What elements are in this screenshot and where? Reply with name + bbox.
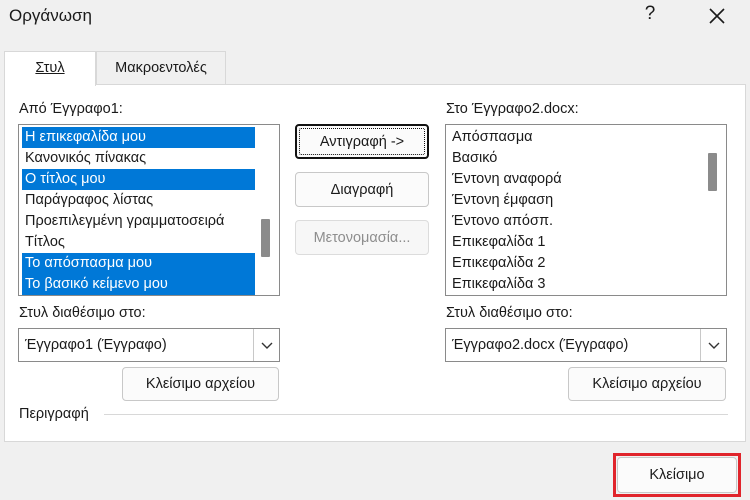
left-style-list[interactable]: Η επικεφαλίδα μου Κανονικός πίνακας Ο τί… [18,124,280,296]
tab-styles[interactable]: Στυλ [4,51,96,86]
left-list-label: Από Έγγραφο1: [19,101,123,117]
left-available-label: Στυλ διαθέσιμο στο: [19,305,146,321]
right-available-select[interactable]: Έγγραφο2.docx (Έγγραφο) [445,328,727,362]
tab-styles-label: Στυλ [35,60,65,76]
chevron-down-icon[interactable] [253,329,279,361]
list-item[interactable]: Το απόσπασμα μου [22,253,255,274]
copy-button[interactable]: Αντιγραφή -> [295,124,429,159]
list-item[interactable]: Απόσπασμα [449,127,699,148]
right-scrollbar-thumb[interactable] [708,153,717,191]
list-item[interactable]: Ο τίτλος μου [22,169,255,190]
list-item[interactable]: Η επικεφαλίδα μου [22,127,255,148]
list-item[interactable]: Κανονικός πίνακας [22,148,255,169]
list-item[interactable]: Παράγραφος λίστας [22,190,255,211]
help-icon[interactable]: ? [640,3,660,25]
list-item[interactable]: Βασικό [449,148,699,169]
list-item[interactable]: Επικεφαλίδα 2 [449,253,699,274]
right-available-value: Έγγραφο2.docx (Έγγραφο) [452,337,629,353]
window-title: Οργάνωση [9,6,92,25]
list-item[interactable]: Έντονη έμφαση [449,190,699,211]
tab-macros-label: Μακροεντολές [115,60,207,76]
list-item[interactable]: Έντονη αναφορά [449,169,699,190]
copy-button-label: Αντιγραφή -> [319,134,405,150]
list-item[interactable]: Προεπιλεγμένη γραμματοσειρά [22,211,255,232]
right-close-file-button[interactable]: Κλείσιμο αρχείου [568,367,726,401]
list-item[interactable]: Το βασικό κείμενο μου [22,274,255,295]
left-available-value: Έγγραφο1 (Έγγραφο) [25,337,167,353]
list-item[interactable]: Έντονο απόσπ. [449,211,699,232]
tab-macros[interactable]: Μακροεντολές [96,51,226,85]
left-available-select[interactable]: Έγγραφο1 (Έγγραφο) [18,328,280,362]
description-divider [104,414,728,415]
title-bar: Οργάνωση ? [0,0,750,34]
left-scrollbar-thumb[interactable] [261,219,270,257]
chevron-down-icon[interactable] [700,329,726,361]
left-close-file-button[interactable]: Κλείσιμο αρχείου [122,367,279,401]
list-item[interactable]: Επικεφαλίδα 1 [449,232,699,253]
list-item[interactable]: Τίτλος [22,232,255,253]
rename-button[interactable]: Μετονομασία... [295,220,429,255]
description-label: Περιγραφή [19,406,89,422]
right-list-label: Στο Έγγραφο2.docx: [446,101,579,117]
right-available-label: Στυλ διαθέσιμο στο: [446,305,573,321]
list-item[interactable]: Επικεφαλίδα 3 [449,274,699,295]
close-button-highlight [613,453,741,497]
right-style-list[interactable]: Απόσπασμα Βασικό Έντονη αναφορά Έντονη έ… [445,124,727,296]
delete-button[interactable]: Διαγραφή [295,172,429,207]
close-icon[interactable] [707,6,727,26]
